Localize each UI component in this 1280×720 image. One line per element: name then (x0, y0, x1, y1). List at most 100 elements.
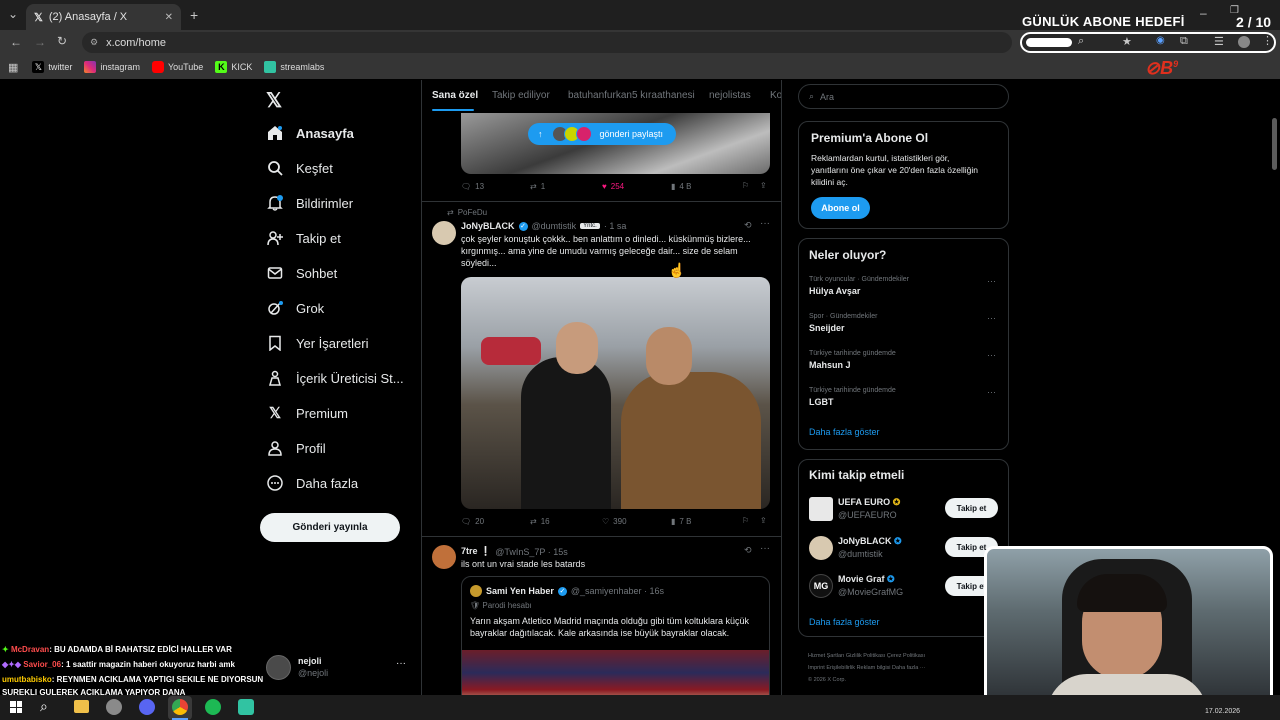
new-tab-icon[interactable]: + (190, 7, 198, 23)
grok-icon[interactable]: ⟲ (744, 220, 752, 231)
reload-icon[interactable]: ↻ (57, 34, 67, 48)
suggestion-name[interactable]: Movie Graf (838, 574, 885, 584)
minimize-icon[interactable]: – (1200, 6, 1207, 20)
trend-item[interactable]: Türk oyuncular · Gündemdekiler Hülya Avş… (809, 276, 999, 296)
author-handle: @TwInS_7P · 15s (495, 546, 568, 557)
suggestion-name[interactable]: JoNyBLACK (838, 536, 892, 546)
nav-more[interactable]: Daha fazla (266, 468, 358, 498)
more-icon[interactable]: ··· (987, 276, 996, 286)
bookmark-button[interactable]: ⚐ (742, 181, 749, 190)
nav-notifications[interactable]: Bildirimler (266, 188, 353, 218)
bookmark-twitter[interactable]: 𝕏twitter (32, 61, 72, 73)
bookmark-youtube[interactable]: YouTube (151, 61, 203, 73)
extension-icon[interactable]: ◉ (1156, 35, 1165, 46)
nav-creator-studio[interactable]: İçerik Üreticisi St... (266, 363, 404, 393)
tab-list-nejolistas[interactable]: nejolistas (709, 90, 751, 101)
author-name[interactable]: JoNyBLACK (461, 221, 515, 231)
photo-face-right (646, 327, 692, 385)
start-icon[interactable] (10, 701, 22, 713)
reply-button[interactable]: 🗨 13 (461, 182, 484, 191)
follow-button[interactable]: Takip et (945, 498, 998, 518)
avatar[interactable] (432, 545, 456, 569)
new-posts-pill[interactable]: ↑ gönderi paylaştı (528, 123, 676, 145)
author-name[interactable]: 7tre ❕ (461, 546, 491, 557)
grok-icon[interactable]: ⟲ (744, 545, 752, 556)
tab-for-you[interactable]: Sana özel (432, 90, 478, 101)
avatar[interactable]: MG (809, 574, 833, 598)
suggestion-name[interactable]: UEFA EURO (838, 497, 890, 507)
forward-icon[interactable]: → (34, 35, 46, 49)
trend-item[interactable]: Spor · Gündemdekiler Sneijder (809, 313, 999, 333)
menu-icon[interactable]: ⋮ (1262, 34, 1273, 47)
share-button[interactable]: ⇪ (760, 181, 767, 190)
bookmark-star-icon[interactable]: ★ (1122, 35, 1132, 48)
bookmark-streamlabs[interactable]: streamlabs (264, 61, 324, 73)
nav-home[interactable]: Anasayfa (266, 118, 354, 148)
nav-grok[interactable]: Grok (266, 293, 324, 323)
more-icon[interactable]: ··· (987, 387, 996, 397)
retweet-button[interactable]: ⇄ 1 (530, 182, 545, 191)
tab-list-kiraathane[interactable]: batuhanfurkan5 kıraathanesi (568, 90, 695, 101)
discord-icon[interactable] (139, 699, 155, 715)
more-icon[interactable]: ··· (987, 313, 996, 323)
reading-list-icon[interactable]: ☰ (1214, 35, 1224, 48)
avatar[interactable] (432, 221, 456, 245)
more-icon[interactable]: ··· (396, 658, 406, 669)
trend-item[interactable]: Türkiye tarihinde gündemde Mahsun J (809, 350, 999, 370)
share-button[interactable]: ⇪ (760, 516, 767, 525)
address-bar[interactable]: ⚙ x.com/home (82, 32, 1012, 53)
avatar[interactable] (809, 536, 833, 560)
tweet-line: söyledi... (461, 258, 497, 268)
views-button[interactable]: ▮ 7 B (671, 517, 691, 526)
profile-pill[interactable] (1026, 38, 1072, 47)
footer-line[interactable]: Hizmet Şartları Gizlilik Politikası Çere… (808, 650, 988, 662)
streamlabs-icon[interactable] (238, 699, 254, 715)
site-info-icon[interactable]: ⚙ (90, 37, 98, 48)
apps-grid-icon[interactable]: ▦ (8, 61, 18, 74)
zoom-icon[interactable]: ⌕ (1078, 35, 1084, 48)
file-explorer-icon[interactable] (74, 700, 89, 713)
spotify-icon[interactable] (205, 699, 221, 715)
show-more-link[interactable]: Daha fazla göster (809, 617, 880, 627)
bookmark-kick[interactable]: K KICK (215, 61, 252, 73)
more-icon[interactable]: ··· (760, 543, 770, 554)
avatar[interactable] (809, 497, 833, 521)
retweet-button[interactable]: ⇄ 16 (530, 517, 550, 526)
nav-chat[interactable]: Sohbet (266, 258, 337, 288)
show-more-link[interactable]: Daha fazla göster (809, 427, 880, 437)
avatar[interactable] (1238, 36, 1250, 48)
tweet-photo[interactable] (461, 277, 770, 509)
account-switcher[interactable]: nejoli @nejoli ··· (266, 654, 411, 682)
views-button[interactable]: ▮ 4 B (671, 182, 691, 191)
tab-following[interactable]: Takip ediliyor (492, 90, 550, 101)
x-logo-icon[interactable]: 𝕏 (266, 88, 282, 113)
app-icon[interactable] (106, 699, 122, 715)
post-button[interactable]: Gönderi yayınla (260, 513, 400, 542)
chrome-icon[interactable] (172, 699, 188, 715)
nav-premium[interactable]: 𝕏 Premium (266, 398, 348, 428)
nav-bookmarks[interactable]: Yer İşaretleri (266, 328, 369, 358)
like-button[interactable]: ♡ 390 (602, 517, 627, 526)
nav-explore[interactable]: Keşfet (266, 153, 333, 183)
nav-follow[interactable]: Takip et (266, 223, 341, 253)
scrollbar-thumb[interactable] (1272, 118, 1277, 170)
more-icon[interactable]: ··· (987, 350, 996, 360)
tab-close-icon[interactable]: ✕ (165, 12, 173, 23)
browser-tab[interactable]: 𝕏 (2) Anasayfa / X ✕ (26, 4, 181, 30)
trend-item[interactable]: Türkiye tarihinde gündemde LGBT (809, 387, 999, 407)
nav-profile[interactable]: Profil (266, 433, 326, 463)
footer-line[interactable]: Imprint Erişilebilirlik Reklam bilgisi D… (808, 662, 988, 674)
search-input[interactable]: ⌕ Ara (798, 84, 1009, 109)
subscribe-button[interactable]: Abone ol (811, 197, 870, 219)
puzzle-icon[interactable]: ⧉ (1180, 35, 1188, 48)
quote-tweet[interactable]: Sami Yen Haber ✓ @_samiyenhaber · 16s 🛡 … (461, 576, 770, 695)
reply-button[interactable]: 🗨 20 (461, 517, 484, 526)
like-button[interactable]: ♥ 254 (602, 182, 624, 191)
bookmark-instagram[interactable]: instagram (84, 61, 140, 73)
tab-list-more[interactable]: Ko (770, 90, 781, 101)
back-icon[interactable]: ← (10, 35, 22, 49)
more-icon[interactable]: ··· (760, 218, 770, 229)
tab-search-icon[interactable]: ⌄ (8, 7, 18, 21)
bookmark-button[interactable]: ⚐ (742, 516, 749, 525)
search-icon[interactable]: ⌕ (40, 698, 48, 715)
